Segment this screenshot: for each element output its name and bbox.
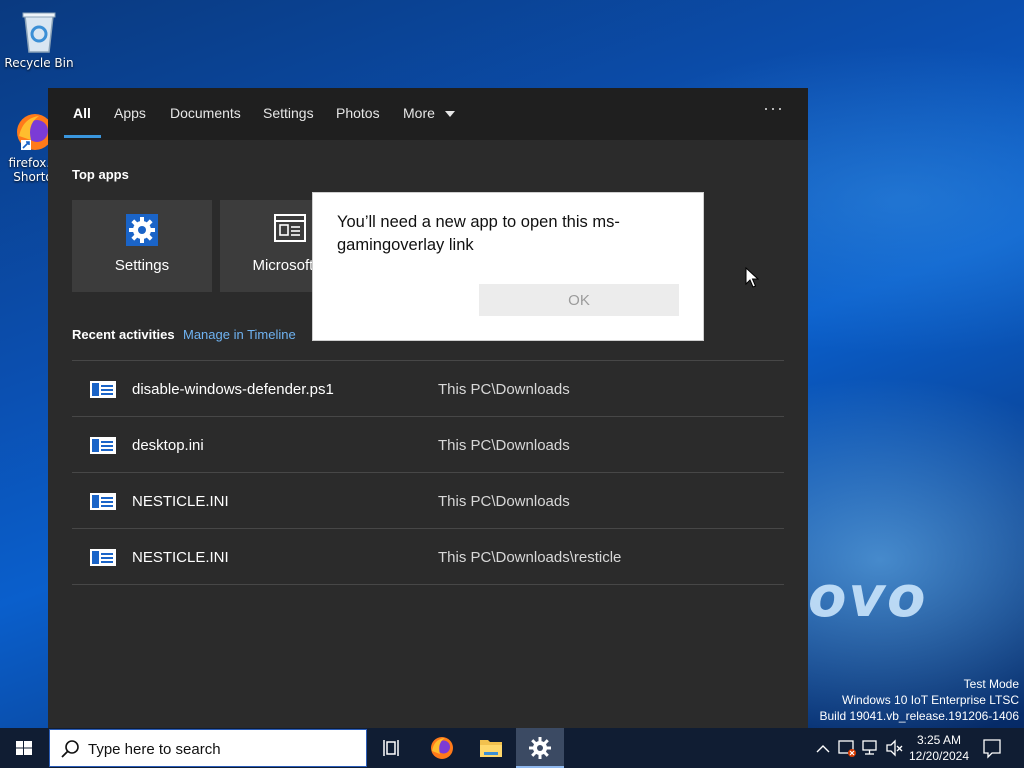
tab-more-label: More: [403, 105, 435, 121]
tab-photos[interactable]: Photos: [336, 105, 380, 121]
watermark-line-3: Build 19041.vb_release.191206-1406: [819, 709, 1020, 723]
recent-item-path: This PC\Downloads: [438, 493, 570, 510]
manage-in-timeline-link[interactable]: Manage in Timeline: [183, 327, 296, 342]
more-options-button[interactable]: ···: [763, 98, 784, 119]
taskbar-clock[interactable]: 3:25 AM 12/20/2024: [906, 732, 972, 764]
recycle-bin-label: Recycle Bin: [4, 56, 74, 70]
chevron-up-icon: [816, 745, 830, 753]
dialog-message: You’ll need a new app to open this ms-ga…: [337, 213, 620, 254]
top-apps-heading: Top apps: [72, 167, 129, 182]
file-explorer-icon: [480, 740, 502, 757]
recent-item-name: NESTICLE.INI: [132, 549, 229, 566]
windows-logo-icon: [16, 741, 32, 755]
open-with-dialog: You’ll need a new app to open this ms-ga…: [312, 192, 704, 341]
taskbar-search-box[interactable]: Type here to search: [49, 729, 367, 767]
search-icon: [61, 740, 79, 758]
recycle-bin-icon: [19, 8, 59, 54]
start-button[interactable]: [0, 728, 48, 768]
security-tray-button[interactable]: [836, 728, 858, 768]
show-hidden-icons-button[interactable]: [812, 728, 834, 768]
document-icon: [90, 381, 116, 398]
recent-item[interactable]: desktop.ini This PC\Downloads: [72, 416, 784, 472]
gear-icon: [126, 214, 158, 246]
search-placeholder: Type here to search: [88, 741, 221, 758]
recent-activities-heading: Recent activities: [72, 327, 175, 342]
document-icon: [90, 493, 116, 510]
recent-item-path: This PC\Downloads\resticle: [438, 549, 622, 566]
top-app-settings-label: Settings: [114, 257, 170, 274]
clock-date: 12/20/2024: [908, 749, 970, 763]
recent-item-path: This PC\Downloads: [438, 381, 570, 398]
taskbar: Type here to search 3:25 AM 12/20/2024: [0, 728, 1024, 768]
tab-apps[interactable]: Apps: [114, 105, 146, 121]
test-mode-watermark: Test Mode Windows 10 IoT Enterprise LTSC…: [820, 676, 1020, 724]
notifications-icon: [983, 739, 1001, 759]
document-icon: [90, 549, 116, 566]
browser-window-icon: [274, 214, 306, 242]
caret-down-icon: [444, 111, 455, 118]
tab-more[interactable]: More: [403, 105, 455, 121]
volume-muted-icon: [886, 739, 903, 757]
recent-item[interactable]: NESTICLE.INI This PC\Downloads\resticle: [72, 528, 784, 584]
list-divider: [72, 584, 784, 585]
recent-item[interactable]: NESTICLE.INI This PC\Downloads: [72, 472, 784, 528]
volume-tray-button[interactable]: [884, 728, 906, 768]
taskbar-firefox-button[interactable]: [418, 728, 466, 768]
action-center-button[interactable]: [978, 728, 1006, 768]
active-tab-indicator: [64, 135, 101, 138]
firefox-icon: [13, 110, 53, 154]
top-app-settings[interactable]: Settings: [72, 200, 212, 292]
firefox-icon: [431, 737, 453, 759]
mouse-cursor-icon: [745, 266, 760, 293]
search-tabs: All Apps Documents Settings Photos More …: [48, 88, 808, 140]
watermark-line-1: Test Mode: [963, 677, 1019, 691]
recycle-bin-shortcut[interactable]: Recycle Bin: [1, 8, 77, 70]
taskbar-settings-button[interactable]: [516, 728, 564, 768]
tab-documents[interactable]: Documents: [170, 105, 241, 121]
clock-time: 3:25 AM: [916, 733, 962, 747]
tab-all[interactable]: All: [73, 105, 91, 121]
network-icon: [862, 740, 877, 755]
brand-logo-text: ovo: [808, 565, 928, 630]
ok-button[interactable]: OK: [479, 284, 679, 316]
recent-item[interactable]: disable-windows-defender.ps1 This PC\Dow…: [72, 360, 784, 416]
security-warning-icon: [838, 740, 856, 757]
network-tray-button[interactable]: [860, 728, 882, 768]
document-icon: [90, 437, 116, 454]
watermark-line-2: Windows 10 IoT Enterprise LTSC: [842, 693, 1019, 707]
task-view-icon: [383, 740, 399, 756]
search-panel: All Apps Documents Settings Photos More …: [48, 88, 808, 728]
task-view-button[interactable]: [368, 728, 416, 768]
taskbar-file-explorer-button[interactable]: [467, 728, 515, 768]
recent-item-name: disable-windows-defender.ps1: [132, 381, 334, 398]
recent-item-name: NESTICLE.INI: [132, 493, 229, 510]
settings-gear-icon: [529, 737, 551, 759]
recent-item-name: desktop.ini: [132, 437, 204, 454]
tab-settings[interactable]: Settings: [263, 105, 314, 121]
recent-item-path: This PC\Downloads: [438, 437, 570, 454]
